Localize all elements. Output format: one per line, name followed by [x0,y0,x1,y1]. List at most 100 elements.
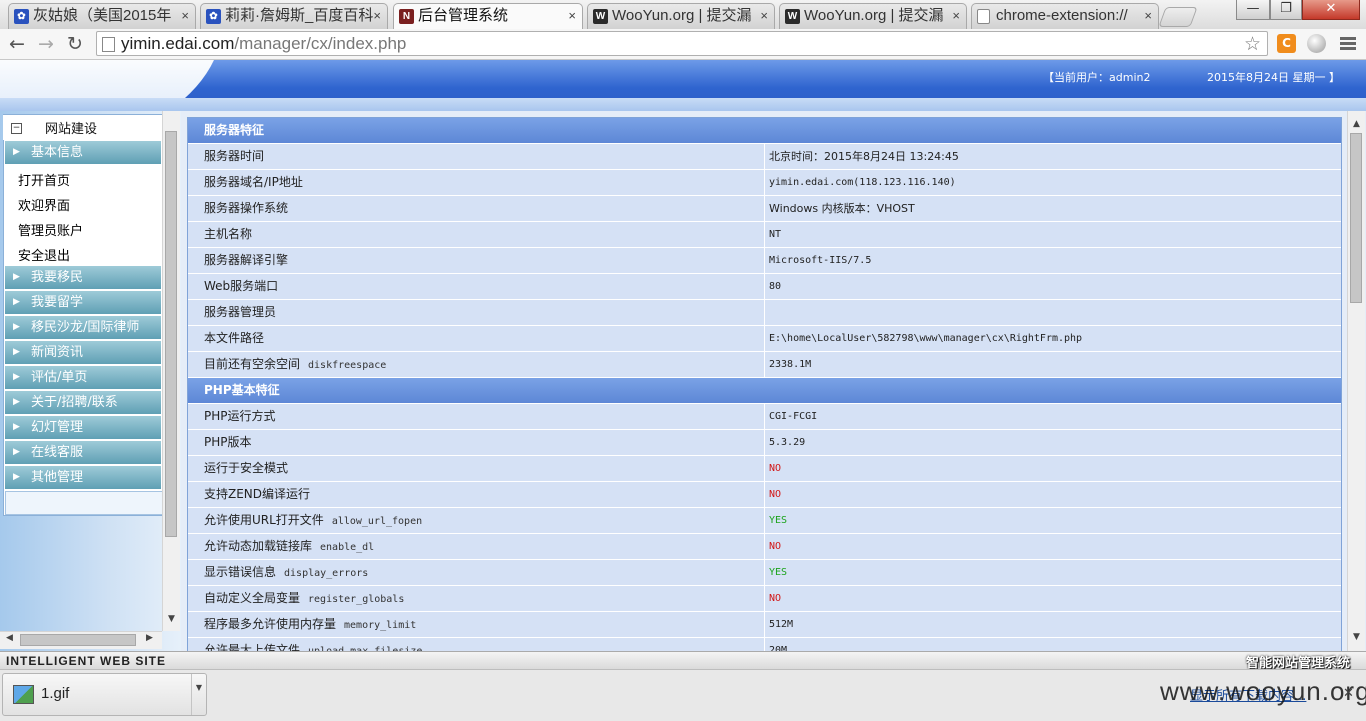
row-value: NO [769,593,782,604]
row-key-text: PHP版本 [204,435,252,449]
sidebar-vertical-scrollbar[interactable]: ▼ [162,111,180,631]
row-key: PHP运行方式 [204,404,276,429]
sidebar-section[interactable]: ▶ 我要留学 [5,291,161,315]
row-value: yimin.edai.com(118.123.116.140) [769,177,956,188]
sidebar-root[interactable]: − 网站建设 [3,115,161,140]
close-tab-icon[interactable]: × [181,4,189,28]
forward-icon[interactable]: → [34,32,58,56]
row-divider [764,560,765,585]
sidebar-section-label: 在线客服 [31,445,84,460]
sidebar-link-open-home[interactable]: 打开首页 [18,170,70,189]
row-key-code: allow_url_fopen [331,516,423,527]
scroll-up-arrow-icon[interactable]: ▲ [1348,119,1365,129]
close-shelf-icon[interactable]: ✕ [1343,686,1354,701]
sidebar-section[interactable]: ▶ 移民沙龙/国际律师 [5,316,161,340]
scroll-down-arrow-icon[interactable]: ▼ [1348,632,1365,642]
sidebar-section-label: 基本信息 [31,145,84,160]
triangle-right-icon: ▶ [13,472,20,482]
url-path: /manager/cx/index.php [234,34,407,53]
info-row: Web服务端口 80 [188,274,1341,300]
bookmark-star-icon[interactable]: ☆ [1244,32,1261,56]
url-text[interactable]: yimin.edai.com/manager/cx/index.php [121,32,406,56]
close-tab-icon[interactable]: × [760,4,768,28]
sidebar-section[interactable]: ▶ 评估/单页 [5,366,161,390]
main-vertical-scrollbar[interactable]: ▲ ▼ [1347,111,1365,651]
scroll-thumb[interactable] [165,131,177,537]
chevron-down-icon[interactable]: ▼ [191,674,206,715]
sidebar-root-label: 网站建设 [45,122,98,137]
sidebar-link-welcome[interactable]: 欢迎界面 [18,195,70,214]
triangle-right-icon: ▶ [13,272,20,282]
info-row: 服务器解译引擎 Microsoft-IIS/7.5 [188,248,1341,274]
scroll-thumb[interactable] [20,634,136,646]
info-row: 显示错误信息 display_errors YES [188,560,1341,586]
site-icon: N [399,9,414,24]
row-key: 显示错误信息 display_errors [204,560,368,586]
row-value: NO [769,489,782,500]
scroll-right-arrow-icon[interactable]: ▶ [146,633,153,643]
row-value: 北京时间：2015年8月24日 13:24:45 [769,150,959,163]
scroll-left-arrow-icon[interactable]: ◀ [6,633,13,643]
row-key: PHP版本 [204,430,252,455]
row-divider [764,352,765,377]
info-row: 允许最大上传文件upload_max_filesize 20M [188,638,1341,651]
sidebar-section[interactable]: ▶ 在线客服 [5,441,161,465]
back-icon[interactable]: ← [5,32,29,56]
address-bar[interactable]: yimin.edai.com/manager/cx/index.php ☆ [96,31,1268,56]
menu-icon[interactable] [1340,37,1356,52]
close-tab-icon[interactable]: × [568,4,576,28]
row-key-text: 主机名称 [204,227,253,241]
sidebar-section[interactable]: ▶ 幻灯管理 [5,416,161,440]
sidebar-section[interactable]: ▶ 新闻资讯 [5,341,161,365]
row-value: YES [769,515,788,526]
row-key-text: 服务器域名/IP地址 [204,175,303,189]
triangle-right-icon: ▶ [13,147,20,157]
extension-icon[interactable]: C [1277,34,1296,53]
info-row: 允许使用URL打开文件 allow_url_fopen YES [188,508,1341,534]
sidebar-section-label: 评估/单页 [31,370,88,385]
page-icon [102,37,115,52]
row-key: 允许最大上传文件upload_max_filesize [204,638,422,651]
row-key-text: 允许使用URL打开文件 [204,513,324,527]
row-key: Web服务端口 [204,274,278,299]
wooyun-icon: W [785,9,800,24]
row-key: 自动定义全局变量 register_globals [204,586,404,612]
row-divider [764,638,765,651]
globe-extension-icon[interactable] [1307,34,1326,53]
row-key: 支持ZEND编译运行 [204,482,310,507]
reload-icon[interactable]: ↻ [63,32,87,56]
browser-tab-active[interactable]: N 后台管理系统 × [393,3,583,30]
paw-icon: ✿ [206,9,221,24]
download-item[interactable]: 1.gif ▼ [2,673,207,716]
collapse-icon[interactable]: − [11,123,22,134]
info-row: 服务器管理员 [188,300,1341,326]
browser-tab[interactable]: W WooYun.org | 提交漏 × [779,3,967,29]
sidebar-section-label: 我要留学 [31,295,84,310]
maximize-button[interactable]: ❐ [1270,0,1302,20]
new-tab-button[interactable] [1158,7,1198,27]
close-tab-icon[interactable]: × [373,4,381,28]
sidebar-link-logout[interactable]: 安全退出 [18,245,70,264]
close-tab-icon[interactable]: × [952,4,960,28]
browser-tab[interactable]: W WooYun.org | 提交漏 × [587,3,775,29]
close-tab-icon[interactable]: × [1144,4,1152,28]
sidebar-horizontal-scrollbar[interactable]: ◀ ▶ [0,631,162,649]
row-key-text: 显示错误信息 [204,565,277,579]
row-key: 允许使用URL打开文件 allow_url_fopen [204,508,422,534]
scroll-thumb[interactable] [1350,133,1362,303]
sidebar-link-admin-account[interactable]: 管理员账户 [18,220,83,239]
row-value: 20M [769,645,788,651]
sidebar-section[interactable]: ▶ 我要移民 [5,266,161,290]
browser-tab[interactable]: ✿ 莉莉·詹姆斯_百度百科 × [200,3,388,29]
sidebar-section-basic-info[interactable]: ▶ 基本信息 [5,141,161,165]
sidebar-section[interactable]: ▶ 其他管理 [5,466,161,490]
tab-title: 灰姑娘（美国2015年 [33,7,172,24]
browser-tab[interactable]: ✿ 灰姑娘（美国2015年 × [8,3,196,29]
scroll-down-arrow-icon[interactable]: ▼ [163,614,180,624]
minimize-button[interactable]: — [1236,0,1270,20]
row-key-text: 服务器管理员 [204,305,277,319]
browser-tab[interactable]: chrome-extension:// × [971,3,1159,29]
sidebar-section[interactable]: ▶ 关于/招聘/联系 [5,391,161,415]
row-key: 服务器操作系统 [204,196,288,221]
close-window-button[interactable]: ✕ [1302,0,1360,20]
